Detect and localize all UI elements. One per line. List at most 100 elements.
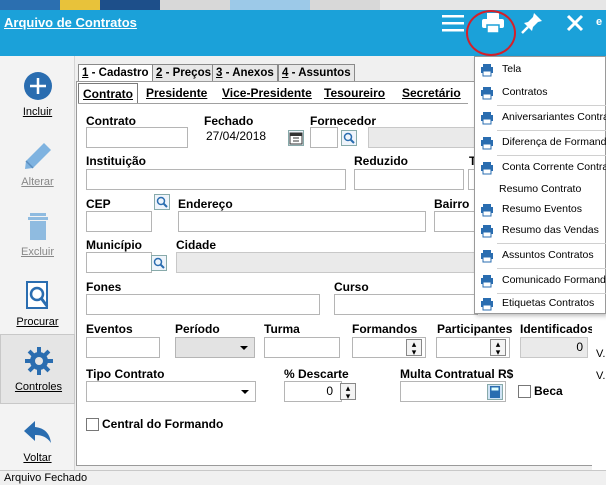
- subtab-tesoureiro[interactable]: Tesoureiro: [320, 83, 389, 103]
- descarte-field[interactable]: 0: [284, 381, 342, 402]
- menu-item-label: Resumo das Vendas: [502, 224, 599, 236]
- instituicao-label: Instituição: [86, 154, 147, 168]
- cep-search-icon[interactable]: [154, 194, 170, 210]
- bairro-field[interactable]: [434, 211, 478, 232]
- curso-field[interactable]: [334, 294, 478, 315]
- municipio-field[interactable]: [86, 252, 152, 273]
- menu-item-resumo-vendas[interactable]: Resumo das Vendas: [475, 220, 606, 242]
- subtab-secretario[interactable]: Secretário: [398, 83, 465, 103]
- reduzido-field[interactable]: [354, 169, 464, 190]
- calculator-icon[interactable]: [487, 384, 503, 400]
- subtab-vice-presidente[interactable]: Vice-Presidente: [218, 83, 316, 103]
- sidebar-item-alterar[interactable]: Alterar: [0, 130, 75, 200]
- sidebar-item-label: Controles: [14, 381, 63, 393]
- menu-item-contratos[interactable]: Contratos: [475, 82, 606, 104]
- calendar-icon[interactable]: [288, 130, 304, 146]
- turma-field[interactable]: [264, 337, 340, 358]
- menu-item-label: Aniversariantes Contrato: [502, 111, 606, 123]
- tab-label: Anexos: [232, 67, 274, 79]
- menu-item-label: Resumo Contrato: [499, 183, 582, 195]
- chevron-down-icon: [241, 390, 249, 394]
- descarte-spinner[interactable]: ▴ ▾: [340, 383, 356, 401]
- subtab-presidente[interactable]: Presidente: [142, 83, 211, 103]
- menu-item-comunicado-formandos[interactable]: Comunicado Formandos: [475, 270, 606, 292]
- sidebar-item-procurar[interactable]: Procurar: [0, 270, 75, 340]
- gear-icon: [23, 345, 55, 377]
- menu-item-aniversariantes[interactable]: Aniversariantes Contrato: [475, 107, 606, 129]
- tab-number: 4: [282, 67, 289, 79]
- formandos-spinner[interactable]: ▴ ▾: [406, 339, 422, 357]
- printer-icon: [480, 63, 494, 77]
- menu-separator: [497, 155, 606, 156]
- chevron-down-icon: [240, 346, 248, 350]
- sidebar-item-label: Voltar: [23, 452, 52, 464]
- sidebar-item-label: Excluir: [20, 246, 54, 258]
- menu-item-tela[interactable]: Tela: [475, 59, 606, 81]
- window-title: Arquivo de Contratos: [4, 15, 137, 30]
- edge-text: V.: [596, 370, 606, 382]
- menu-item-etiquetas-contratos[interactable]: Etiquetas Contratos: [475, 293, 606, 315]
- sidebar-item-voltar[interactable]: Voltar: [0, 406, 75, 476]
- formandos-label: Formandos: [352, 322, 418, 336]
- identificados-label: Identificados: [520, 322, 595, 336]
- printer-icon: [480, 297, 494, 311]
- menu-item-resumo-contrato[interactable]: Resumo Contrato: [475, 179, 606, 201]
- sidebar-item-label: Incluir: [22, 106, 53, 118]
- beca-label: Beca: [534, 384, 563, 398]
- pencil-icon: [22, 140, 54, 172]
- sidebar-item-excluir[interactable]: Excluir: [0, 200, 75, 270]
- central-do-formando-checkbox[interactable]: [86, 418, 99, 431]
- fones-field[interactable]: [86, 294, 320, 315]
- cep-label: CEP: [86, 197, 111, 211]
- eventos-field[interactable]: [86, 337, 160, 358]
- subtab-contrato[interactable]: Contrato: [78, 83, 138, 103]
- endereco-label: Endereço: [178, 197, 233, 211]
- fornecedor-label: Fornecedor: [310, 114, 377, 128]
- menu-item-label: Diferença de Formandos: [502, 136, 606, 148]
- tab-number: 1: [82, 67, 89, 79]
- turma-label: Turma: [264, 322, 300, 336]
- hamburger-menu-icon[interactable]: [438, 0, 468, 46]
- fornecedor-search-icon[interactable]: [341, 130, 357, 146]
- tab-assuntos[interactable]: 4 - Assuntos: [278, 64, 355, 82]
- clipped-title-fragment: e: [596, 16, 603, 28]
- participantes-spinner[interactable]: ▴ ▾: [490, 339, 506, 357]
- menu-separator: [497, 105, 606, 106]
- periodo-label: Período: [175, 322, 220, 336]
- menu-item-assuntos-contratos[interactable]: Assuntos Contratos: [475, 245, 606, 267]
- identificados-field: 0: [520, 337, 588, 358]
- tipo-contrato-select[interactable]: [86, 381, 256, 402]
- contrato-field[interactable]: [86, 127, 188, 148]
- instituicao-field[interactable]: [86, 169, 346, 190]
- menu-item-label: Contratos: [502, 86, 548, 98]
- printer-icon: [480, 274, 494, 288]
- menu-item-label: Conta Corrente Contrato: [502, 161, 606, 173]
- contrato-label: Contrato: [86, 114, 136, 128]
- menu-item-diferenca-formandos[interactable]: Diferença de Formandos: [475, 132, 606, 154]
- periodo-select[interactable]: [175, 337, 255, 358]
- tab-anexos[interactable]: 3 - Anexos: [212, 64, 278, 82]
- sidebar-item-incluir[interactable]: Incluir: [0, 60, 75, 130]
- sidebar-item-label: Procurar: [16, 316, 59, 328]
- sidebar-item-controles[interactable]: Controles: [0, 334, 75, 404]
- menu-item-conta-corrente[interactable]: Conta Corrente Contrato: [475, 157, 606, 179]
- fornecedor-code-field[interactable]: [310, 127, 338, 148]
- printer-icon: [480, 203, 494, 217]
- beca-checkbox[interactable]: [518, 385, 531, 398]
- tab-label: Assuntos: [298, 67, 351, 79]
- back-arrow-icon: [22, 416, 54, 448]
- menu-item-label: Comunicado Formandos: [502, 274, 606, 286]
- printer-icon: [480, 136, 494, 150]
- fornecedor-name-field: [368, 127, 478, 148]
- tab-precos[interactable]: 2 - Preços: [152, 64, 215, 82]
- sidebar-item-label: Alterar: [21, 176, 54, 188]
- cep-field[interactable]: [86, 211, 152, 232]
- tab-label: Preços: [172, 67, 211, 79]
- menu-item-resumo-eventos[interactable]: Resumo Eventos: [475, 199, 606, 221]
- edge-text: V.: [596, 348, 606, 360]
- endereco-field[interactable]: [178, 211, 426, 232]
- close-icon[interactable]: [560, 0, 590, 46]
- pin-icon[interactable]: [516, 0, 550, 46]
- municipio-search-icon[interactable]: [151, 255, 167, 271]
- menu-item-label: Resumo Eventos: [502, 203, 582, 215]
